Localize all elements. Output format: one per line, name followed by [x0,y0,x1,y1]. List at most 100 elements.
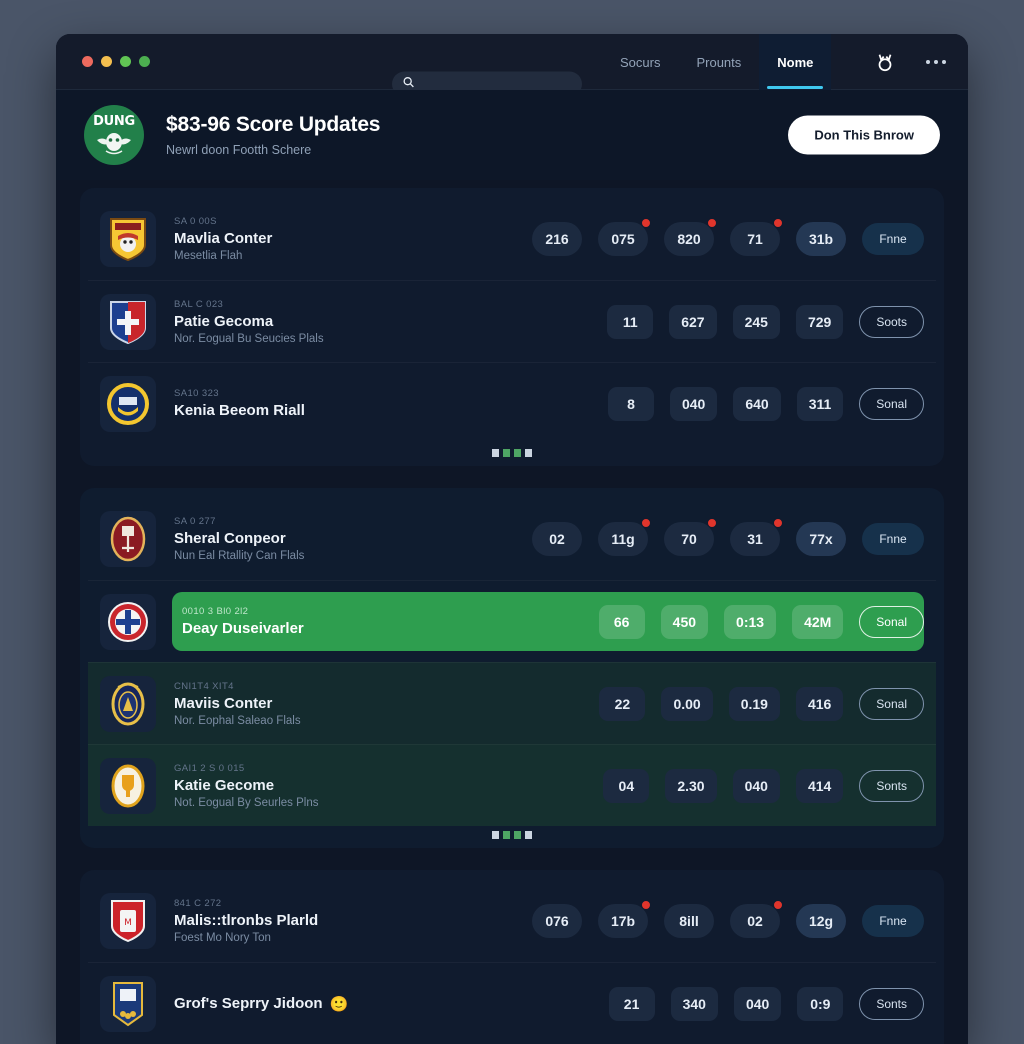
stat-value: 416 [807,695,832,712]
row-action-button[interactable]: Soots [859,305,924,338]
page-indicator-dot[interactable] [492,831,499,839]
stat-pill[interactable]: 040 [669,386,718,421]
primary-cta-button[interactable]: Don This Bnrow [788,115,940,155]
stat-pill[interactable]: 02 [730,900,783,938]
score-row[interactable]: Grof's Seprry Jidoon 🙂 21 340 040 0:9 Sonts [88,962,936,1044]
page-indicator-dot[interactable] [503,831,510,839]
stat-pill[interactable]: 414 [795,768,844,803]
row-meta: CNI1T4 XIT4 [174,680,234,692]
stat-value: 076 [545,913,569,929]
stat-pill[interactable]: 640 [733,386,781,421]
row-action-button[interactable]: Sonal [859,687,924,720]
stat-pill[interactable]: 22 [599,686,646,721]
stat-pill[interactable]: 70 [664,518,717,556]
score-row[interactable]: SA 0 277 Sheral Conpeor Nun Eal Rtallity C… [88,498,936,580]
stat-pill[interactable]: 245 [732,304,780,339]
stat-pill[interactable]: 076 [532,904,582,938]
stat-pill[interactable]: 820 [664,218,717,256]
stat-pill[interactable]: 0.19 [728,686,780,721]
row-stats: 02 11g 70 31 77x Fnne [532,518,924,556]
stat-pill[interactable]: 17b [598,900,651,938]
row-title: Malis::tlronbs Plarld [174,912,532,929]
stat-pill[interactable]: 02 [532,522,582,556]
stat-pill[interactable]: 2.30 [665,768,717,803]
close-window-button[interactable] [82,56,93,67]
row-meta: SA 0 277 [174,516,216,527]
stat-pill[interactable]: 31 [730,518,783,556]
page-indicator[interactable] [80,831,944,839]
stat-pill[interactable]: 627 [669,304,717,339]
stat-pill[interactable]: 0:13 [724,604,777,639]
stat-pill[interactable]: 075 [598,218,651,256]
page-indicator-dot[interactable] [514,831,521,839]
stat-pill[interactable]: 04 [603,768,650,803]
stat-pill[interactable]: 8 [607,386,654,421]
stat-value: 040 [681,395,706,412]
row-title-text: Malis::tlronbs Plarld [174,912,319,929]
crest-gold-circle-icon [100,375,156,432]
stat-value: 04 [618,777,635,794]
tab-prounts[interactable]: Prounts [678,34,759,90]
page-indicator-dot[interactable] [525,449,532,457]
score-row[interactable]: GAI1 2 S 0 015 Katie Gecome Not. Eogual By… [88,744,936,826]
stat-pill[interactable]: 729 [795,304,844,339]
row-stats: 216 075 820 71 31b Fnne [532,218,924,256]
row-stats: 8 040 640 311 Sonal [607,386,924,421]
page-indicator[interactable] [80,449,944,457]
stat-pill[interactable]: 21 [608,986,655,1021]
notification-badge [707,518,717,528]
crest-navy-gold-icon [100,675,156,732]
row-action-button[interactable]: Sonal [859,605,924,638]
window-controls[interactable] [82,56,150,67]
score-row[interactable]: 0010 3 Bl0 2l2 Deay Duseivarler 66 450 0:13 4… [88,580,936,662]
page-indicator-dot[interactable] [492,449,499,457]
stat-pill[interactable]: 71 [730,218,783,256]
stat-pill[interactable]: 340 [670,986,718,1021]
row-action-button[interactable]: Fnne [862,223,924,255]
maximize-window-button[interactable] [120,56,131,67]
stat-pill[interactable]: 11g [598,518,651,556]
tab-socurs[interactable]: Socurs [602,34,678,90]
stat-pill[interactable]: 450 [660,604,709,639]
stat-pill[interactable]: 12g [796,904,846,938]
stat-pill[interactable]: 040 [732,768,780,803]
tab-nome[interactable]: Nome [759,34,832,90]
row-action-button[interactable]: Fnne [862,523,924,555]
row-action-button[interactable]: Sonts [859,987,924,1020]
stat-pill[interactable]: 0:9 [797,986,844,1021]
notification-badge [773,218,783,228]
score-group: M 841 C 272 Malis::tlronbs Plarld Foest Mo … [80,870,944,1044]
stat-pill[interactable]: 11 [607,304,654,339]
bell-icon[interactable] [874,51,896,73]
row-action-button[interactable]: Fnne [862,905,924,937]
score-row[interactable]: CNI1T4 XIT4 Maviis Conter Nor. Eophal Sale… [88,662,936,744]
stat-pill[interactable]: 311 [796,386,844,421]
stat-value: 245 [744,313,768,330]
stat-pill[interactable]: 040 [733,986,782,1021]
score-row[interactable]: BAL C 023 Patie Gecoma Nor. Eogual Bu Seuc… [88,280,936,362]
stat-pill[interactable]: 77x [796,522,846,556]
score-row[interactable]: SA10 323 Kenia Beeom Riall 8 040 640 311 Sonal [88,362,936,444]
row-main: SA10 323 Kenia Beeom Riall [174,388,608,419]
stat-pill[interactable]: 8ill [664,904,714,938]
stat-pill[interactable]: 416 [795,686,844,721]
extra-window-button[interactable] [139,56,150,67]
stat-pill[interactable]: 66 [598,604,645,639]
more-horizontal-icon[interactable] [926,60,946,64]
stat-pill[interactable]: 42M [792,604,844,639]
stat-pill[interactable]: 0.00 [661,686,713,721]
stat-value: 8 [627,395,635,412]
minimize-window-button[interactable] [101,56,112,67]
page-indicator-dot[interactable] [514,449,521,457]
score-row[interactable]: M 841 C 272 Malis::tlronbs Plarld Foest Mo … [88,880,936,962]
page-indicator-dot[interactable] [503,449,510,457]
notification-badge [707,218,717,228]
stat-value: 450 [672,613,697,630]
stat-value: 729 [807,313,832,330]
row-action-button[interactable]: Sonts [859,769,924,802]
page-indicator-dot[interactable] [525,831,532,839]
stat-pill[interactable]: 31b [796,222,846,256]
score-row[interactable]: SA 0 00S Mavlia Conter Mesetlia Flah 216 075… [88,198,936,280]
row-action-button[interactable]: Sonal [859,387,924,420]
stat-pill[interactable]: 216 [532,222,582,256]
